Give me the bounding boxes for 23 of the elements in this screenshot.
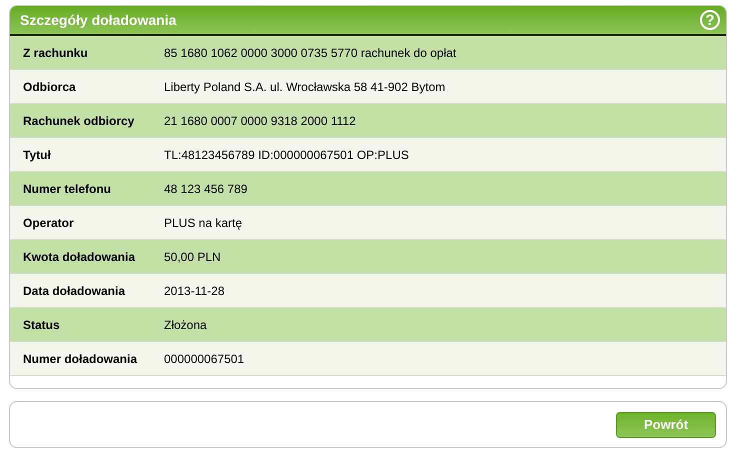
field-value: TL:48123456789 ID:000000067501 OP:PLUS xyxy=(164,146,409,164)
field-value: 000000067501 xyxy=(164,350,244,368)
field-value: 2013-11-28 xyxy=(164,282,224,300)
field-value: 50,00 PLN xyxy=(164,248,221,266)
back-button[interactable]: Powrót xyxy=(616,412,716,438)
field-label: Numer telefonu xyxy=(22,180,112,198)
panel-title: Szczegóły doładowania xyxy=(20,10,176,30)
field-label: Status xyxy=(22,316,61,334)
field-label: Odbiorca xyxy=(22,78,77,96)
field-value: 85 1680 1062 0000 3000 0735 5770 rachunek do opłat xyxy=(164,44,456,62)
field-value: 21 1680 0007 0000 9318 2000 1112 xyxy=(164,112,356,130)
field-value: PLUS na kartę xyxy=(164,214,242,232)
field-label: Kwota doładowania xyxy=(22,248,136,266)
field-label: Tytuł xyxy=(22,146,52,164)
field-value: Złożona xyxy=(164,316,207,334)
field-value: Liberty Poland S.A. ul. Wrocławska 58 41-902 Bytom xyxy=(164,78,446,96)
field-label: Rachunek odbiorcy xyxy=(22,112,136,130)
field-label: Z rachunku xyxy=(22,44,89,62)
field-label: Operator xyxy=(22,214,75,232)
field-label: Data doładowania xyxy=(22,282,126,300)
field-label: Numer doładowania xyxy=(22,350,138,368)
field-value: 48 123 456 789 xyxy=(164,180,248,198)
help-icon[interactable]: ? xyxy=(700,10,720,30)
